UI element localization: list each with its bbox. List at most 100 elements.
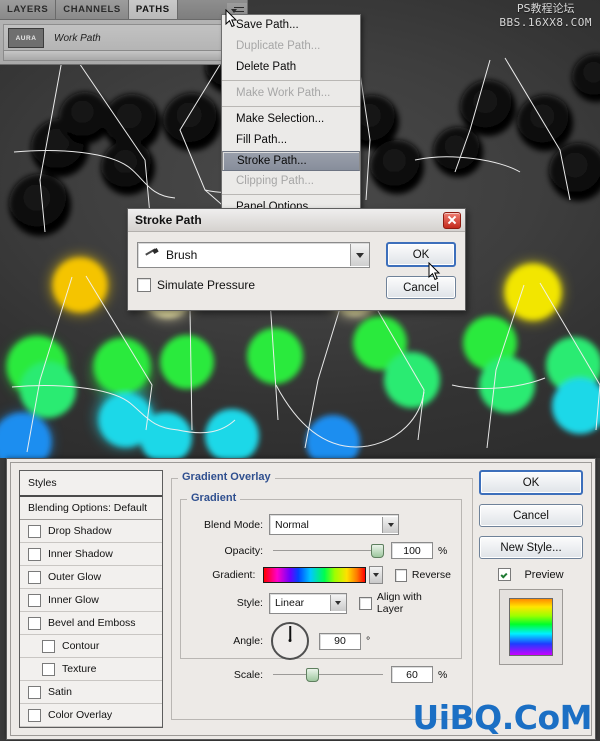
brush-icon [144, 248, 160, 262]
style-item-drop-shadow[interactable]: Drop Shadow [20, 520, 162, 543]
stroke-tool-select[interactable]: Brush [137, 242, 371, 268]
chevron-down-icon[interactable] [329, 595, 346, 611]
checkbox-satin[interactable] [28, 685, 41, 699]
checkbox-inner-glow[interactable] [28, 593, 41, 607]
gradient-group-fieldset: Gradient Blend Mode: Normal Opacity: 100… [180, 492, 462, 683]
opacity-slider[interactable] [273, 544, 384, 558]
stroke-path-dialog: Stroke Path Brush Simulate Pressure OK C… [127, 208, 466, 311]
angle-unit: ° [366, 635, 371, 647]
style-item-outer-glow[interactable]: Outer Glow [20, 566, 162, 589]
path-row-work-path[interactable]: AURA Work Path [3, 24, 244, 52]
chevron-down-icon[interactable] [382, 516, 398, 533]
scale-input[interactable]: 60 [391, 666, 433, 683]
tab-paths[interactable]: PATHS [128, 0, 178, 19]
watermark-top-line2: BBS.16XX8.COM [499, 16, 592, 29]
gradient-overlay-title: Gradient Overlay [178, 471, 275, 483]
style-label: Texture [62, 663, 97, 675]
opacity-label: Opacity: [224, 544, 263, 557]
stroke-dialog-titlebar[interactable]: Stroke Path [128, 209, 465, 232]
checkbox-texture[interactable] [42, 662, 55, 676]
opacity-unit: % [438, 544, 448, 557]
stroke-tool-value: Brush [166, 248, 198, 262]
style-item-gradient-overlay[interactable]: Gradient Overlay [20, 727, 162, 728]
gradient-picker-chevron-icon[interactable] [368, 566, 384, 584]
watermark-top: PS教程论坛 BBS.16XX8.COM [499, 2, 592, 30]
styles-list[interactable]: Styles Blending Options: Default Drop Sh… [19, 470, 163, 728]
gradient-group-title: Gradient [187, 492, 241, 504]
menu-item-fill-path[interactable]: Fill Path... [222, 130, 360, 151]
checkbox-bevel-and-emboss[interactable] [28, 616, 41, 630]
align-with-layer-checkbox[interactable] [358, 596, 372, 610]
style-item-color-overlay[interactable]: Color Overlay [20, 704, 162, 727]
blend-mode-row: Blend Mode: Normal [191, 514, 451, 535]
gradient-label: Gradient: [212, 569, 256, 581]
opacity-slider-thumb[interactable] [371, 544, 384, 558]
style-item-texture[interactable]: Texture [20, 658, 162, 681]
close-icon[interactable] [443, 211, 461, 229]
simulate-pressure-checkbox[interactable] [137, 278, 151, 292]
menu-item-save-path[interactable]: Save Path... [222, 15, 360, 36]
preview-row[interactable]: Preview [479, 568, 583, 581]
simulate-pressure-row[interactable]: Simulate Pressure [137, 278, 370, 292]
layer-style-buttons: OK Cancel New Style... Preview [479, 470, 583, 665]
style-item-contour[interactable]: Contour [20, 635, 162, 658]
path-name-label: Work Path [54, 32, 101, 44]
style-label: Satin [48, 686, 72, 698]
layer-style-cancel-button[interactable]: Cancel [479, 504, 583, 527]
checkbox-contour[interactable] [42, 639, 55, 653]
style-label: Outer Glow [48, 571, 102, 583]
menu-item-duplicate-path: Duplicate Path... [236, 40, 321, 52]
checkbox-inner-shadow[interactable] [28, 547, 41, 561]
tab-channels[interactable]: CHANNELS [56, 0, 129, 19]
blend-mode-select[interactable]: Normal [269, 514, 399, 535]
reverse-checkbox[interactable] [395, 568, 407, 582]
panel-footer-bar[interactable] [3, 50, 244, 61]
gradient-row: Gradient: Reverse [191, 566, 451, 584]
tab-layers[interactable]: LAYERS [0, 0, 57, 19]
preview-label: Preview [524, 568, 564, 581]
style-item-bevel-and-emboss[interactable]: Bevel and Emboss [20, 612, 162, 635]
blend-mode-value: Normal [275, 518, 309, 531]
style-preview-box [499, 589, 563, 665]
opacity-row: Opacity: 100 % [191, 542, 451, 559]
angle-input[interactable]: 90 [319, 632, 361, 650]
style-item-satin[interactable]: Satin [20, 681, 162, 704]
paths-panel: LAYERS CHANNELS PATHS AURA Work Path [0, 0, 248, 65]
gradient-preview-bar[interactable] [263, 567, 366, 583]
style-item-inner-shadow[interactable]: Inner Shadow [20, 543, 162, 566]
align-with-layer-label: Align with Layer [376, 591, 422, 615]
style-label: Inner Glow [48, 594, 99, 606]
path-thumbnail: AURA [8, 28, 44, 48]
menu-item-stroke-path[interactable]: Stroke Path... [222, 151, 360, 171]
styles-list-header: Styles [20, 471, 162, 497]
simulate-pressure-label: Simulate Pressure [157, 278, 256, 292]
menu-item-clipping-path: Clipping Path... [236, 175, 314, 187]
chevron-down-icon[interactable] [350, 244, 370, 266]
panel-tab-bar: LAYERS CHANNELS PATHS [0, 0, 247, 20]
reverse-label: Reverse [411, 569, 452, 581]
stroke-ok-button[interactable]: OK [386, 242, 456, 267]
preview-checkbox[interactable] [498, 568, 512, 581]
watermark-bottom: UiBQ.CoM [412, 698, 592, 737]
style-label: Bevel and Emboss [48, 617, 136, 629]
new-style-button[interactable]: New Style... [479, 536, 583, 559]
menu-item-delete-path[interactable]: Delete Path [222, 57, 360, 78]
scale-row: Scale: 60 % [191, 666, 451, 683]
style-label: Contour [62, 640, 100, 652]
blending-options-item[interactable]: Blending Options: Default [20, 497, 162, 520]
scale-slider[interactable] [273, 668, 383, 682]
checkbox-outer-glow[interactable] [28, 570, 41, 584]
style-label: Drop Shadow [48, 525, 112, 537]
gradient-style-select[interactable]: Linear [268, 592, 347, 614]
angle-dial[interactable] [271, 622, 309, 660]
opacity-input[interactable]: 100 [391, 542, 433, 559]
style-label: Color Overlay [48, 709, 113, 721]
scale-slider-thumb[interactable] [306, 668, 319, 682]
stroke-cancel-button[interactable]: Cancel [386, 276, 456, 299]
layer-style-ok-button[interactable]: OK [479, 470, 583, 495]
blend-mode-label: Blend Mode: [204, 518, 263, 531]
menu-item-make-selection[interactable]: Make Selection... [222, 109, 360, 130]
checkbox-color-overlay[interactable] [28, 708, 41, 722]
style-item-inner-glow[interactable]: Inner Glow [20, 589, 162, 612]
checkbox-drop-shadow[interactable] [28, 524, 41, 538]
